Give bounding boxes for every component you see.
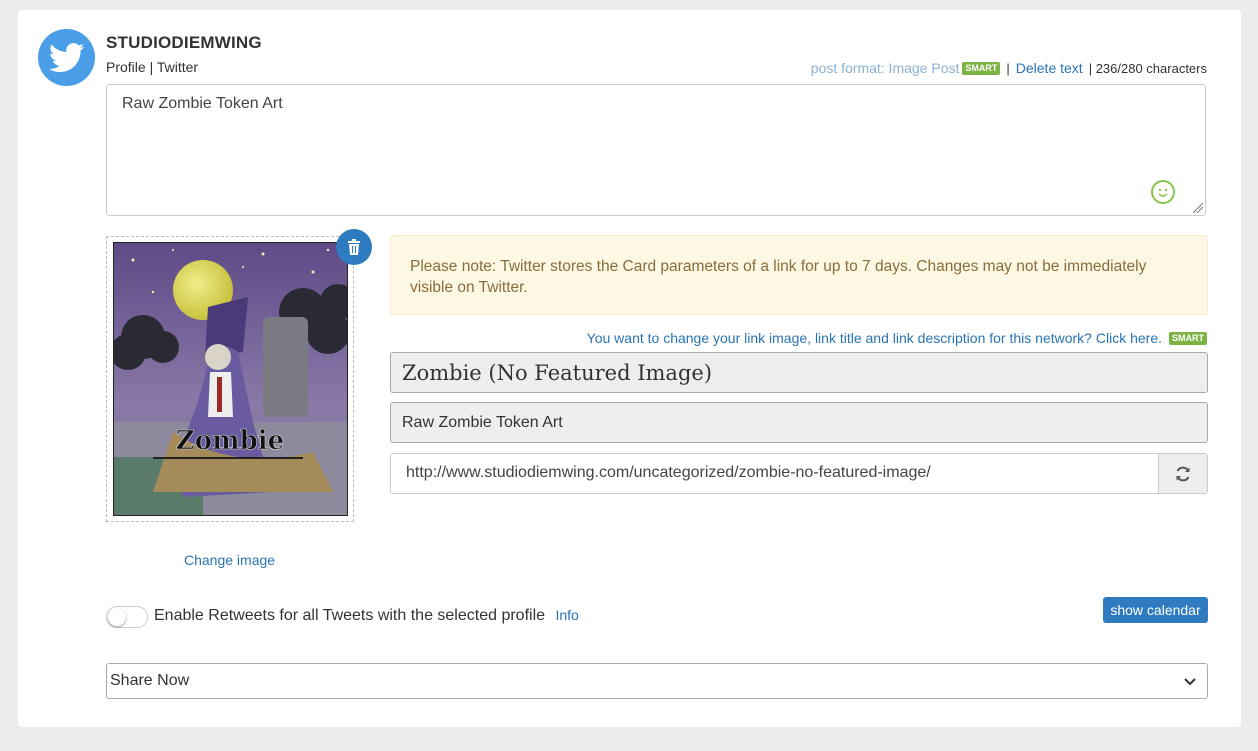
network-label: Twitter: [156, 59, 199, 75]
toggle-knob: [108, 608, 126, 626]
link-url-field[interactable]: http://www.studiodiemwing.com/uncategori…: [406, 464, 931, 482]
retweet-row: Enable Retweets for all Tweets with the …: [154, 607, 579, 625]
card-title-art: Zombie: [176, 426, 284, 456]
post-toolbar: post format: Image Post SMART | Delete t…: [811, 60, 1207, 76]
smart-badge-link: SMART: [1169, 331, 1207, 345]
chevron-down-icon: [1184, 678, 1196, 686]
retweet-label: Enable Retweets for all Tweets with the …: [154, 607, 546, 624]
emoji-icon[interactable]: [1151, 180, 1175, 204]
refresh-link-button[interactable]: [1158, 454, 1207, 493]
toolbar-divider: |: [1006, 60, 1010, 76]
twitter-avatar: [38, 29, 95, 86]
resize-handle-icon[interactable]: [1193, 203, 1203, 213]
share-mode-select[interactable]: Share Now: [106, 663, 1208, 699]
refresh-icon: [1176, 466, 1190, 481]
trash-icon: [348, 239, 360, 255]
delete-text-link[interactable]: Delete text: [1016, 60, 1083, 76]
post-text: Raw Zombie Token Art: [122, 95, 283, 112]
change-link-prompt[interactable]: You want to change your link image, link…: [587, 330, 1162, 346]
twitter-card-note: Please note: Twitter stores the Card par…: [390, 235, 1208, 315]
share-mode-value: Share Now: [110, 672, 190, 689]
subtitle-separator: |: [149, 59, 154, 75]
twitter-bird-icon: [48, 42, 84, 72]
retweet-info-link[interactable]: Info: [555, 607, 578, 623]
account-subtitle: Profile | Twitter: [106, 59, 198, 75]
profile-label: Profile: [106, 59, 146, 75]
post-image-frame: Zombie: [106, 236, 354, 522]
link-description-field[interactable]: Raw Zombie Token Art: [390, 402, 1208, 443]
retweet-toggle[interactable]: [106, 606, 148, 628]
post-format-link[interactable]: post format: Image Post: [811, 60, 960, 76]
post-text-area[interactable]: Raw Zombie Token Art: [106, 84, 1206, 216]
link-title-field[interactable]: Zombie (No Featured Image): [390, 352, 1208, 393]
show-calendar-button[interactable]: show calendar: [1103, 597, 1208, 623]
account-name: STUDIODIEMWING: [106, 33, 262, 52]
delete-image-button[interactable]: [336, 229, 372, 265]
change-link-prompt-row: You want to change your link image, link…: [587, 330, 1207, 346]
link-url-group: http://www.studiodiemwing.com/uncategori…: [390, 453, 1208, 494]
smart-badge: SMART: [962, 61, 1001, 75]
character-count: | 236/280 characters: [1088, 60, 1207, 76]
change-image-link[interactable]: Change image: [184, 552, 275, 568]
post-image[interactable]: Zombie: [113, 242, 348, 516]
